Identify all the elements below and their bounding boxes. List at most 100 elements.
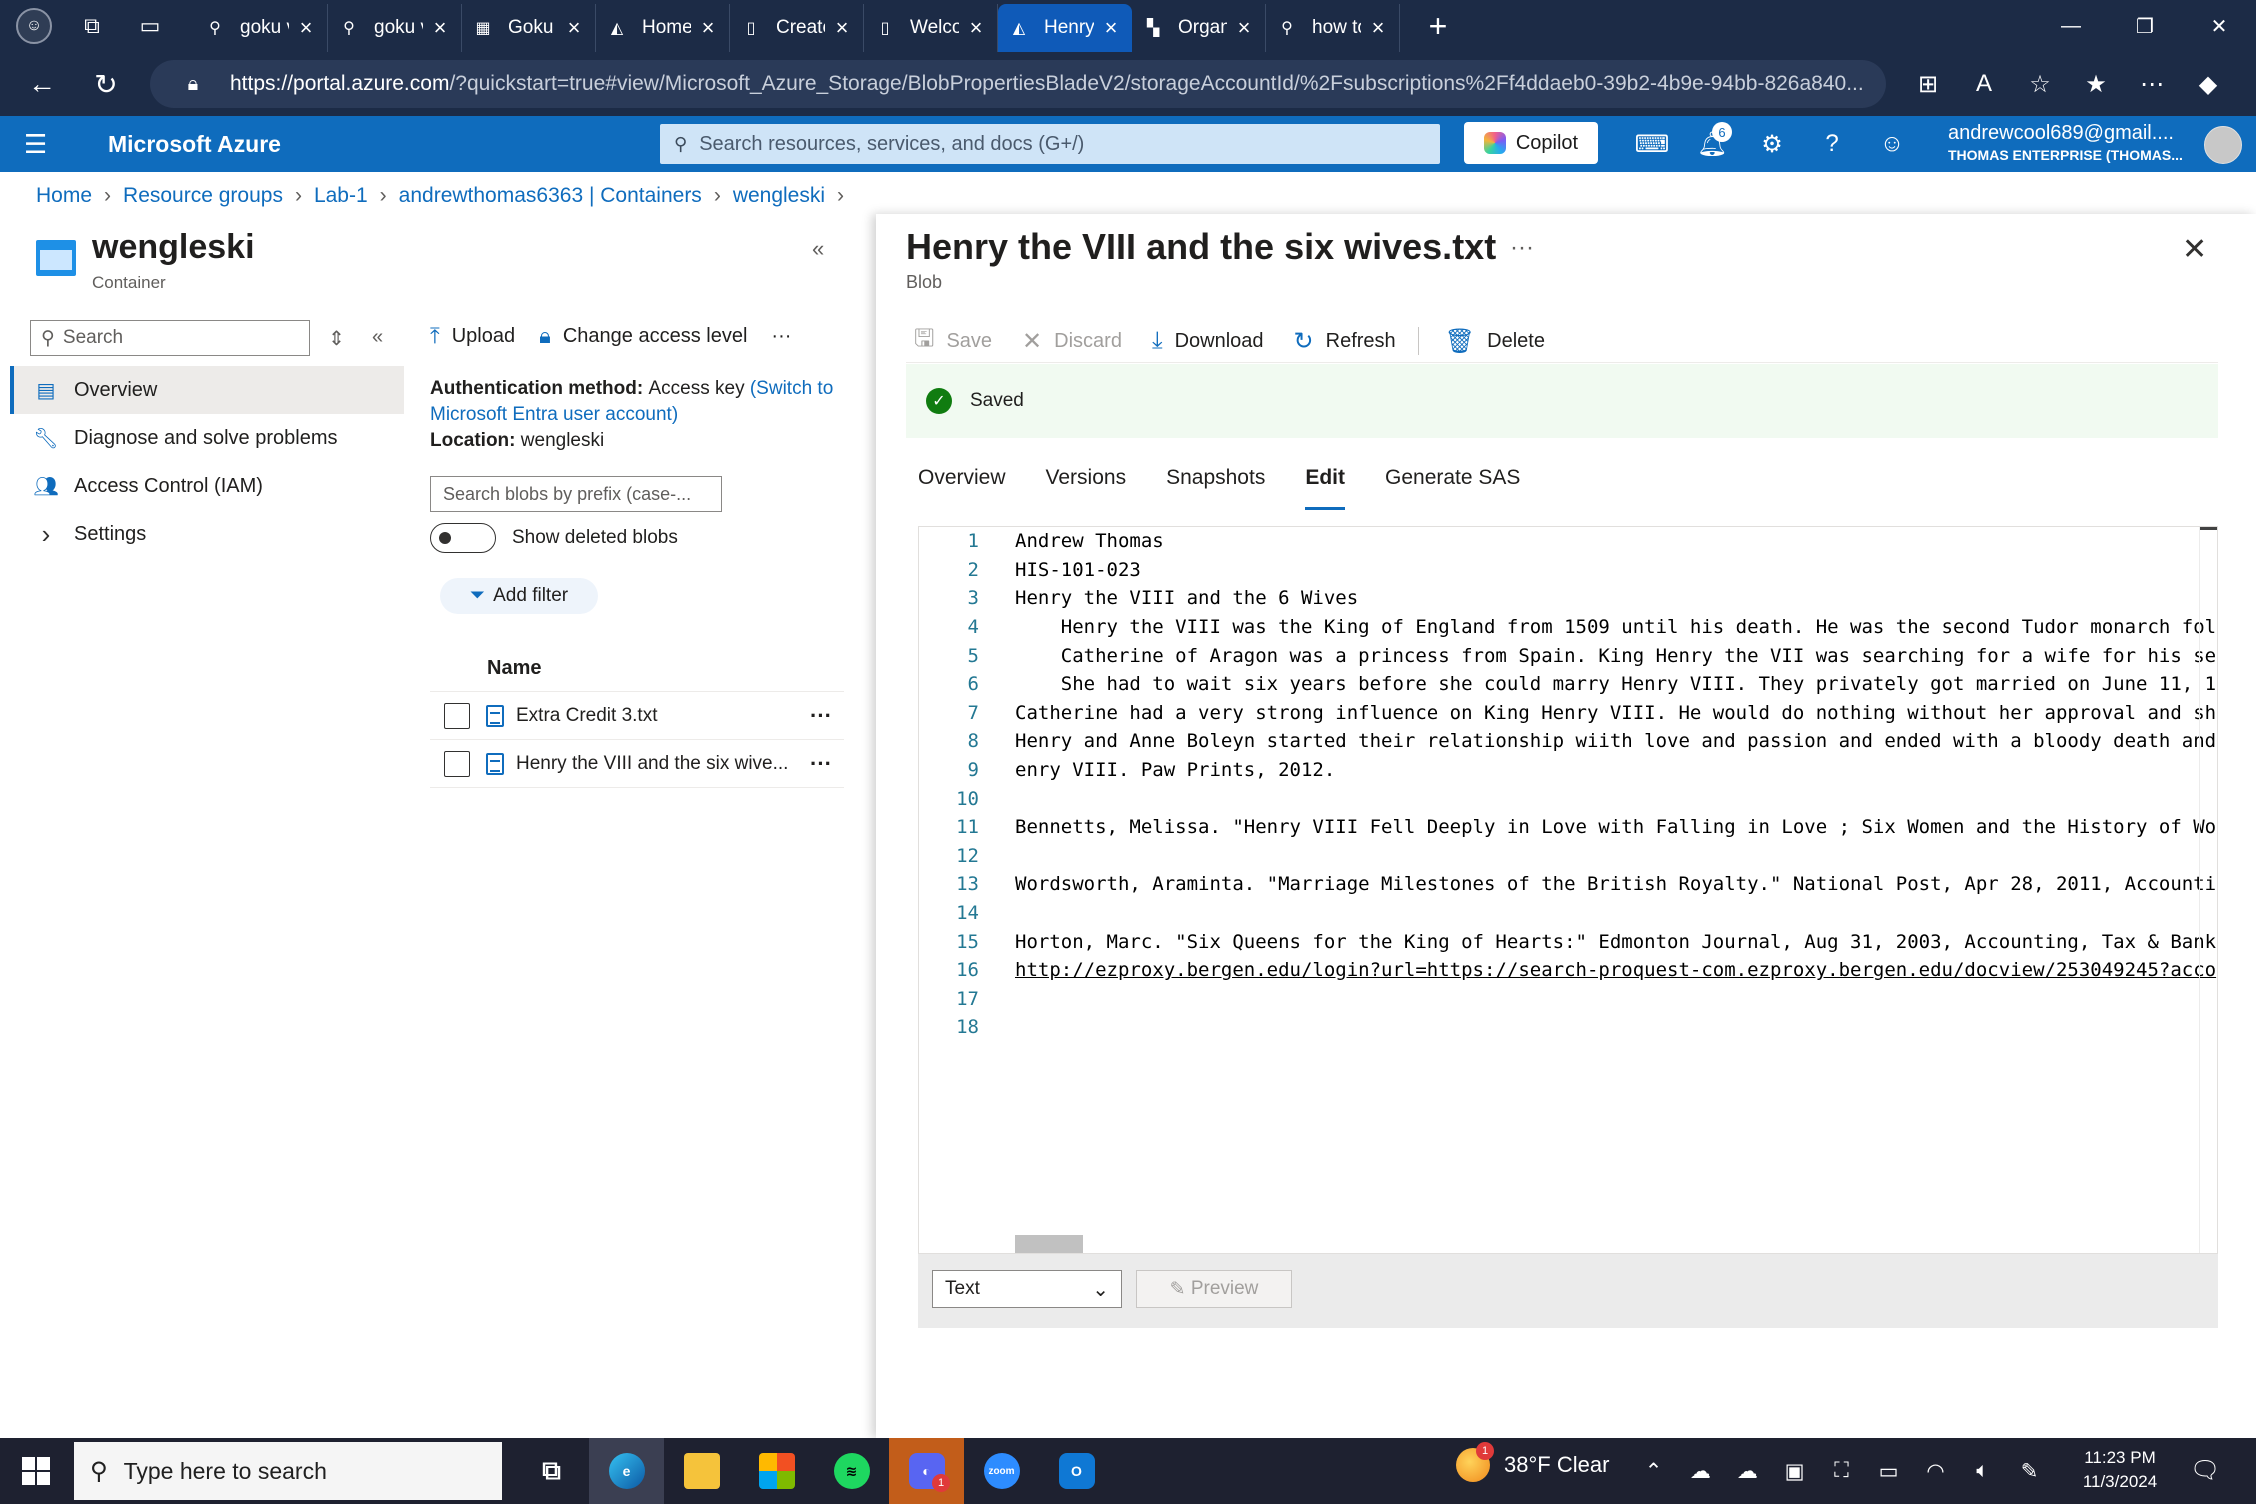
row-more-icon[interactable]: ··· — [798, 751, 844, 777]
row-more-icon[interactable]: ··· — [798, 703, 844, 729]
help-icon[interactable]: ? — [1802, 116, 1862, 172]
onedrive-icon[interactable]: ☁ — [1724, 1459, 1771, 1484]
zoom-icon[interactable]: zoom — [964, 1438, 1039, 1504]
more-actions-button[interactable]: ··· — [771, 325, 791, 348]
tab-edit[interactable]: Edit — [1305, 466, 1345, 510]
close-tab-icon[interactable]: × — [295, 15, 317, 41]
browser-tab[interactable]: ▯ Create Your Account × — [730, 4, 864, 52]
browser-tab[interactable]: ◭ Henry the VIII × — [998, 4, 1132, 52]
battery-icon[interactable]: ▭ — [1865, 1459, 1912, 1484]
close-tab-icon[interactable]: × — [1367, 15, 1389, 41]
taskbar-search-input[interactable]: ⚲ Type here to search — [74, 1442, 502, 1500]
close-window-icon[interactable]: ✕ — [2182, 0, 2256, 52]
horizontal-scrollbar-thumb[interactable] — [1015, 1235, 1083, 1253]
wifi-icon[interactable]: ◠ — [1912, 1459, 1959, 1484]
minimize-icon[interactable]: — — [2034, 0, 2108, 52]
breadcrumb-link[interactable]: wengleski — [733, 184, 825, 208]
close-tab-icon[interactable]: × — [697, 15, 719, 41]
file-explorer-icon[interactable] — [664, 1438, 739, 1504]
vertical-tabs-icon[interactable]: ▭ — [132, 8, 168, 44]
favorites-icon[interactable]: ★ — [2068, 60, 2124, 108]
microsoft-store-icon[interactable] — [739, 1438, 814, 1504]
browser-tab[interactable]: ▦ Goku & Vegeta × — [462, 4, 596, 52]
blob-name-link[interactable]: Extra Credit 3.txt — [516, 705, 798, 727]
discord-icon[interactable]: ◐ 1 — [889, 1438, 964, 1504]
hamburger-menu-icon[interactable]: ☰ — [24, 129, 64, 160]
menu-search-input[interactable]: ⚲ Search — [30, 320, 310, 356]
close-tab-icon[interactable]: × — [563, 15, 585, 41]
name-column-header[interactable]: Name — [430, 646, 844, 692]
refresh-button[interactable]: ↻ Refresh — [1294, 327, 1396, 356]
notifications-bell-icon[interactable]: 🔔︎ 6 — [1682, 116, 1742, 172]
menu-item[interactable]: ▤ Overview — [10, 366, 404, 414]
breadcrumb-link[interactable]: andrewthomas6363 | Containers — [399, 184, 702, 208]
blob-name-link[interactable]: Henry the VIII and the six wive... — [516, 753, 798, 775]
collapse-panel-icon[interactable]: « — [812, 236, 824, 262]
show-hidden-icons-chevron-icon[interactable]: ⌃ — [1630, 1459, 1677, 1484]
screen-icon[interactable]: ⛶ — [1818, 1459, 1865, 1483]
app-available-icon[interactable]: ⊞ — [1900, 60, 1956, 108]
close-tab-icon[interactable]: × — [831, 15, 853, 41]
tab-overview[interactable]: Overview — [918, 466, 1006, 510]
workspaces-icon[interactable]: ⧉ — [74, 8, 110, 44]
blade-more-icon[interactable]: ··· — [1510, 234, 1534, 262]
profile-avatar[interactable]: ☺ — [16, 8, 52, 44]
clock[interactable]: 11:23 PM 11/3/2024 — [2060, 1446, 2180, 1494]
refresh-page-icon[interactable]: ↻ — [84, 62, 128, 106]
breadcrumb-link[interactable]: Resource groups — [123, 184, 283, 208]
cloud-shell-icon[interactable]: ⌨ — [1622, 116, 1682, 172]
browser-tab[interactable]: ⚲ goku vegeta × — [328, 4, 462, 52]
blob-prefix-search-input[interactable]: Search blobs by prefix (case-... — [430, 476, 722, 512]
address-bar[interactable]: 🔒︎ https://portal.azure.com/?quickstart=… — [150, 60, 1886, 108]
blob-row[interactable]: Henry the VIII and the six wive... ··· — [430, 740, 844, 788]
breadcrumb-link[interactable]: Lab-1 — [314, 184, 368, 208]
azure-brand[interactable]: Microsoft Azure — [108, 131, 281, 158]
spotify-icon[interactable]: ≋ — [814, 1438, 889, 1504]
new-tab-button[interactable]: + — [1418, 8, 1458, 45]
meet-now-icon[interactable]: ▣ — [1771, 1459, 1818, 1484]
edge-app-icon[interactable]: e — [589, 1438, 664, 1504]
add-filter-button[interactable]: ⏷ Add filter — [440, 578, 598, 614]
upload-button[interactable]: ⤒ Upload — [430, 323, 515, 349]
favorite-star-icon[interactable]: ☆ — [2012, 60, 2068, 108]
vertical-scrollbar[interactable] — [2199, 527, 2217, 1253]
save-button[interactable]: 🖫︎ Save — [914, 321, 992, 362]
close-tab-icon[interactable]: × — [965, 15, 987, 41]
close-tab-icon[interactable]: × — [1100, 15, 1122, 41]
change-access-level-button[interactable]: 🔒︎ Change access level — [539, 323, 747, 349]
tab-generate-sas[interactable]: Generate SAS — [1385, 466, 1520, 510]
read-aloud-icon[interactable]: A — [1956, 60, 2012, 108]
back-icon[interactable]: ← — [20, 62, 64, 106]
close-tab-icon[interactable]: × — [429, 15, 451, 41]
browser-tab[interactable]: ▚ Organize your × — [1132, 4, 1266, 52]
copilot-sidebar-icon[interactable]: ◆ — [2180, 60, 2236, 108]
expand-collapse-icon[interactable]: ⇕ — [328, 326, 345, 351]
discard-button[interactable]: ✕ Discard — [1022, 327, 1122, 356]
pen-icon[interactable]: ✎ — [2006, 1459, 2053, 1484]
restore-icon[interactable]: ❐ — [2108, 0, 2182, 52]
weather-widget[interactable]: 1 38°F Clear — [1456, 1442, 1609, 1482]
breadcrumb-link[interactable]: Home — [36, 184, 92, 208]
tab-snapshots[interactable]: Snapshots — [1166, 466, 1265, 510]
cloud-off-icon[interactable]: ☁ — [1677, 1459, 1724, 1484]
notification-center-icon[interactable]: 🗨︎ — [2190, 1456, 2220, 1485]
close-blade-icon[interactable]: ✕ — [2182, 232, 2207, 267]
show-deleted-blobs-toggle[interactable] — [430, 523, 496, 553]
settings-gear-icon[interactable]: ⚙ — [1742, 116, 1802, 172]
menu-item[interactable]: 👥︎ Access Control (IAM) — [10, 462, 404, 510]
browser-tab[interactable]: ◭ Home - Microsoft Azure × — [596, 4, 730, 52]
azure-search-input[interactable]: ⚲ Search resources, services, and docs (… — [660, 124, 1440, 164]
user-avatar[interactable] — [2204, 126, 2242, 164]
blob-row[interactable]: Extra Credit 3.txt ··· — [430, 692, 844, 740]
start-button[interactable] — [0, 1438, 72, 1504]
row-checkbox[interactable] — [444, 750, 470, 777]
preview-button[interactable]: ✎ Preview — [1136, 1270, 1292, 1308]
download-button[interactable]: ⤓ Download — [1152, 327, 1264, 355]
collapse-menu-icon[interactable]: « — [372, 326, 383, 349]
task-view-icon[interactable]: ⧉ — [514, 1438, 589, 1504]
close-tab-icon[interactable]: × — [1233, 15, 1255, 41]
feedback-icon[interactable]: ☺ — [1862, 116, 1922, 172]
text-editor[interactable]: 1 Andrew Thomas 2 HIS-101-023 3 Henry the VII… — [918, 526, 2218, 1254]
browser-tab[interactable]: ⚲ goku vegeta × — [194, 4, 328, 52]
menu-item[interactable]: 🔧︎ Diagnose and solve problems — [10, 414, 404, 462]
